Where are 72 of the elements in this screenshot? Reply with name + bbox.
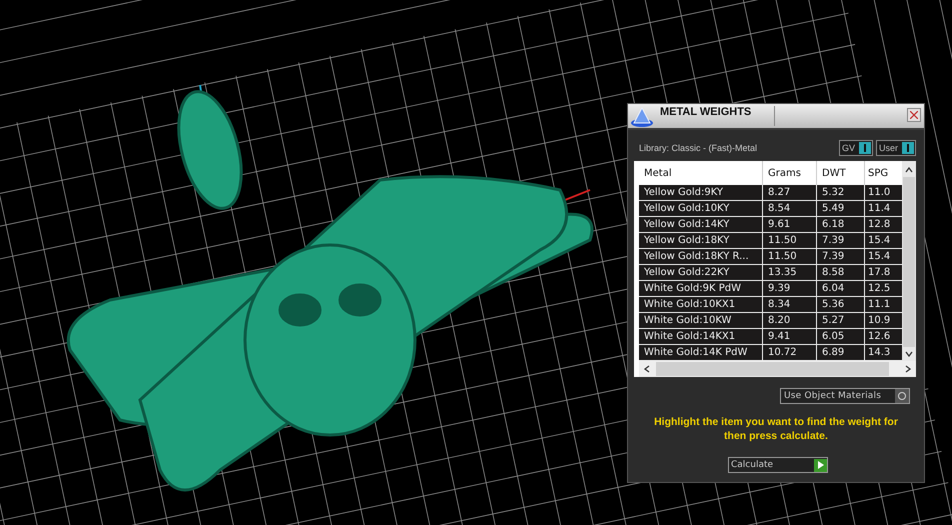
calculate-button[interactable]: Calculate	[728, 457, 828, 473]
table-cell: White Gold:10KW	[639, 313, 763, 328]
table-cell: 9.39	[763, 281, 817, 296]
table-cell: Yellow Gold:18KY	[639, 233, 763, 248]
table-cell: White Gold:10KX1	[639, 297, 763, 312]
panel-title: METAL WEIGHTS	[659, 105, 752, 118]
table-cell-text: 10.9	[867, 314, 892, 328]
table-cell-text: 11.4	[867, 202, 892, 216]
table-cell: 7.39	[817, 249, 865, 264]
table-cell-text: 15.4	[867, 250, 892, 264]
table-cell: 7.39	[817, 233, 865, 248]
toggle-switch[interactable]: GV	[838, 140, 873, 156]
close-button[interactable]	[907, 108, 921, 122]
pyramid-icon	[630, 106, 654, 128]
table-cell: 11.50	[763, 233, 817, 248]
table-row[interactable]: Yellow Gold:22KY 13.35 8.58 17.8	[639, 265, 902, 281]
table-cell: 5.32	[817, 185, 865, 200]
table-cell: White Gold:14K PdW	[639, 345, 763, 360]
table-row[interactable]: White Gold:14KX1 9.41 6.05 12.6	[639, 329, 902, 345]
play-icon	[818, 461, 824, 469]
table-cell: 8.20	[763, 313, 817, 328]
library-label: Library: Classic - (Fast)-Metal	[639, 143, 758, 153]
table-cell: 11.50	[763, 249, 817, 264]
table-cell-text: 17.8	[867, 266, 892, 280]
toggle-switch[interactable]: User	[876, 140, 916, 156]
table-cell: 5.27	[817, 313, 865, 328]
table-cell: 10.72	[763, 345, 817, 360]
table-row[interactable]: White Gold:9K PdW 9.39 6.04 12.5	[639, 281, 902, 297]
instruction-text: Highlight the item you want to find the weight for then press calculate.	[653, 415, 899, 443]
table-cell: 6.04	[817, 281, 865, 296]
table-cell: 6.05	[817, 329, 865, 344]
table-cell-text: 11.0	[867, 186, 892, 200]
table-cell: White Gold:9K PdW	[639, 281, 763, 296]
table-cell: 5.36	[817, 297, 865, 312]
table-row[interactable]: White Gold:14K PdW 10.72 6.89 14.3	[639, 345, 902, 361]
table-cell: Yellow Gold:9KY	[639, 185, 763, 200]
table-cell: 8.58	[817, 265, 865, 280]
table-row[interactable]: White Gold:10KX1 8.34 5.36 11.1	[639, 297, 902, 313]
column-header[interactable]: SPG	[865, 161, 902, 185]
table-cell: 6.18	[817, 217, 865, 232]
use-object-materials-option[interactable]: Use Object Materials	[780, 388, 910, 404]
toggle-label: User	[878, 143, 898, 153]
table-cell: 5.49	[817, 201, 865, 216]
table-cell-text: 12.8	[867, 218, 892, 232]
table-row[interactable]: Yellow Gold:18KY 11.50 7.39 15.4	[639, 233, 902, 249]
close-icon	[910, 111, 918, 119]
table-row[interactable]: White Gold:10KW 8.20 5.27 10.9	[639, 313, 902, 329]
table-cell-text: 12.6	[867, 330, 892, 344]
table-cell: 13.35	[763, 265, 817, 280]
table-cell: Yellow Gold:14KY	[639, 217, 763, 232]
table-cell-text: 14.3	[867, 346, 892, 360]
radio-button[interactable]	[898, 392, 906, 400]
horizontal-scrollbar[interactable]	[639, 361, 916, 377]
table-cell: 9.41	[763, 329, 817, 344]
table-cell: 6.89	[817, 345, 865, 360]
table-cell: 8.54	[763, 201, 817, 216]
table-cell: Yellow Gold:18KY R...	[639, 249, 763, 264]
toggle-label: GV	[842, 143, 855, 153]
table-cell: Yellow Gold:10KY	[639, 201, 763, 216]
table-cell: 8.27	[763, 185, 817, 200]
table-cell: 9.61	[763, 217, 817, 232]
table-cell-text: 15.4	[867, 234, 892, 248]
vertical-scrollbar[interactable]	[902, 161, 916, 361]
table-cell-text: 11.1	[867, 298, 892, 312]
table-cell: Yellow Gold:22KY	[639, 265, 763, 280]
table-row[interactable]: Yellow Gold:10KY 8.54 5.49 11.4	[639, 201, 902, 217]
table-cell: 8.34	[763, 297, 817, 312]
table-row[interactable]: Yellow Gold:18KY R... 11.50 7.39 15.4	[639, 249, 902, 265]
table-row[interactable]: Yellow Gold:9KY 8.27 5.32 11.0	[639, 185, 902, 201]
table-cell-text: 12.5	[867, 282, 892, 296]
table-cell: White Gold:14KX1	[639, 329, 763, 344]
table-row[interactable]: Yellow Gold:14KY 9.61 6.18 12.8	[639, 217, 902, 233]
